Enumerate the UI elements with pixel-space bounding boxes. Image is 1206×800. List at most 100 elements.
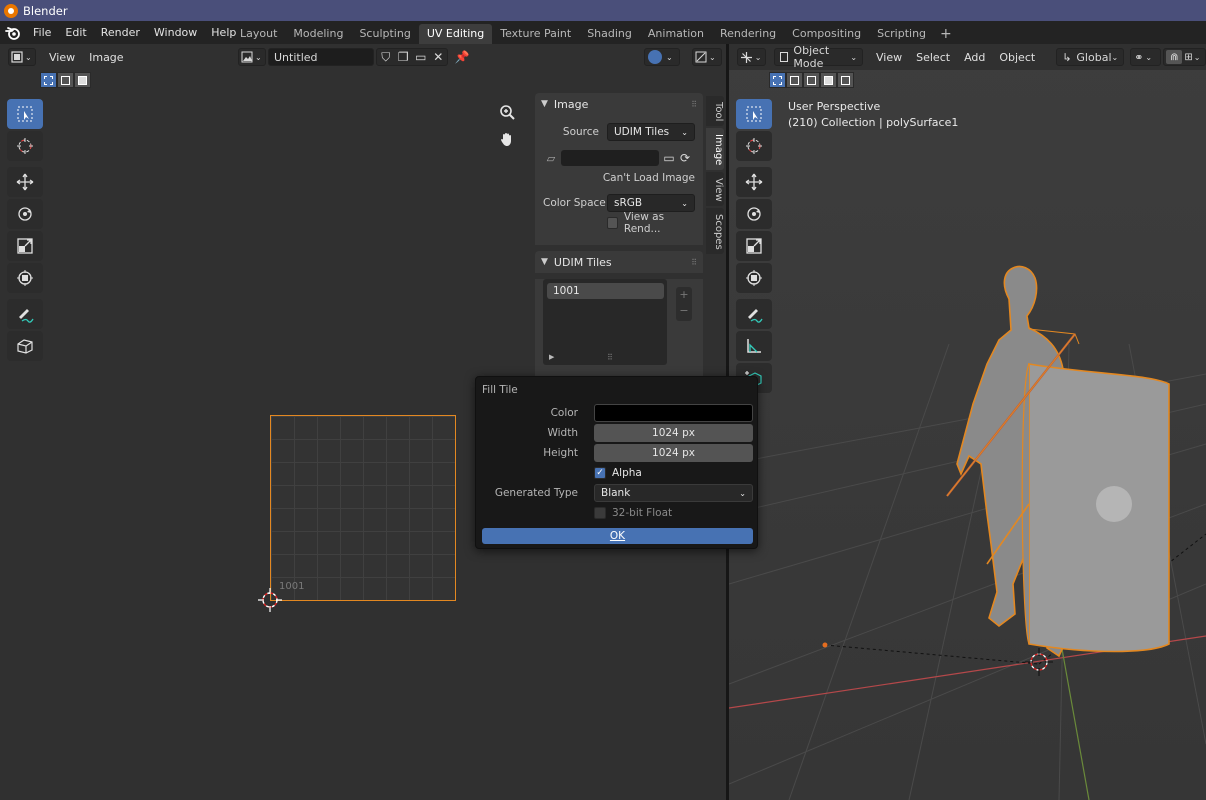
pin-icon[interactable]: 📌 <box>454 49 470 65</box>
rotate-tool[interactable] <box>7 199 43 229</box>
expand-arrow-icon[interactable]: ▶ <box>549 353 554 361</box>
close-icon[interactable]: ✕ <box>430 49 446 65</box>
snap-controls[interactable]: ⋒ ⊞ ⌄ <box>1163 48 1206 66</box>
alpha-toggle[interactable]: ✓ Alpha <box>594 467 642 479</box>
pan-hand-icon[interactable] <box>494 126 520 152</box>
blender-menu-icon[interactable] <box>0 21 26 44</box>
remove-tile-button[interactable]: − <box>676 303 692 319</box>
tab-scopes[interactable]: Scopes <box>706 208 724 254</box>
reload-icon[interactable]: ⟳ <box>677 150 693 166</box>
tab-sculpting[interactable]: Sculpting <box>351 24 418 44</box>
3d-viewport[interactable]: ⌄ Object Mode ⌄ View Select Add Object ↳… <box>729 44 1206 800</box>
generated-type-dropdown[interactable]: Blank ⌄ <box>594 484 753 502</box>
folder-icon[interactable]: ▭ <box>661 150 677 166</box>
resize-handle-icon[interactable]: ⠿ <box>607 353 613 362</box>
grab-tool[interactable] <box>7 331 43 361</box>
menu-object[interactable]: Object <box>992 51 1042 64</box>
image-name-text: Untitled <box>274 50 318 64</box>
select-subtract-button[interactable] <box>803 72 820 88</box>
tab-uv-editing[interactable]: UV Editing <box>418 24 493 44</box>
face-select-button[interactable] <box>74 72 91 88</box>
drag-handle-icon[interactable]: ⠿ <box>691 258 697 267</box>
menu-view[interactable]: View <box>869 51 909 64</box>
open-folder-icon[interactable]: ▭ <box>413 49 429 65</box>
tab-tool[interactable]: Tool <box>706 96 724 126</box>
scale-tool[interactable] <box>736 231 772 261</box>
pivot-dropdown[interactable]: ⚭ ⌄ <box>1130 48 1162 66</box>
transform-tool[interactable] <box>7 263 43 293</box>
menu-file[interactable]: File <box>26 21 58 44</box>
move-tool[interactable] <box>7 167 43 197</box>
tab-compositing[interactable]: Compositing <box>784 24 869 44</box>
cursor-tool[interactable] <box>736 131 772 161</box>
source-dropdown[interactable]: UDIM Tiles ⌄ <box>607 123 695 141</box>
annotate-tool[interactable] <box>7 299 43 329</box>
height-field[interactable]: 1024 px <box>594 444 753 462</box>
alpha-checkbox[interactable]: ✓ <box>594 467 606 479</box>
tab-shading[interactable]: Shading <box>579 24 640 44</box>
select-invert-button[interactable] <box>820 72 837 88</box>
add-workspace-button[interactable]: + <box>934 24 958 44</box>
image-name-field[interactable]: Untitled <box>268 48 374 66</box>
display-channels-dropdown[interactable]: ⌄ <box>692 48 722 66</box>
select-intersect-button[interactable] <box>837 72 854 88</box>
udim-tile-item[interactable]: 1001 <box>547 283 664 299</box>
select-box-tool[interactable] <box>7 99 43 129</box>
cursor-tool[interactable] <box>7 131 43 161</box>
overlay-dropdown[interactable]: ⌄ <box>644 48 680 66</box>
color-space-dropdown[interactable]: sRGB ⌄ <box>607 194 695 212</box>
udim-tile-list[interactable]: 1001 ▶ ⠿ <box>543 279 667 365</box>
float-toggle[interactable]: 32-bit Float <box>594 507 672 519</box>
select-box-tool[interactable] <box>736 99 772 129</box>
select-new-button[interactable] <box>769 72 786 88</box>
fake-user-shield-icon[interactable]: ⛉ <box>378 49 394 65</box>
tab-animation[interactable]: Animation <box>640 24 712 44</box>
float-checkbox[interactable] <box>594 507 606 519</box>
transform-tool[interactable] <box>736 263 772 293</box>
image-panel-header[interactable]: ▼ Image ⠿ <box>535 93 703 115</box>
new-image-icon[interactable]: ❐ <box>395 49 411 65</box>
2d-cursor-icon[interactable] <box>258 588 282 612</box>
menu-window[interactable]: Window <box>147 21 204 44</box>
vertex-select-button[interactable] <box>40 72 57 88</box>
edge-select-button[interactable] <box>57 72 74 88</box>
snap-target-icon[interactable]: ⊞ <box>1184 52 1192 63</box>
menu-edit[interactable]: Edit <box>58 21 93 44</box>
udim-panel-header[interactable]: ▼ UDIM Tiles ⠿ <box>535 251 703 273</box>
menu-select[interactable]: Select <box>909 51 957 64</box>
editor-type-dropdown[interactable]: ⌄ <box>736 48 766 66</box>
tab-layout[interactable]: Layout <box>232 24 285 44</box>
select-extend-button[interactable] <box>786 72 803 88</box>
tab-rendering[interactable]: Rendering <box>712 24 784 44</box>
view-as-render-checkbox[interactable] <box>607 217 618 229</box>
orientation-dropdown[interactable]: ↳ Global ⌄ <box>1056 48 1125 66</box>
magnet-icon[interactable]: ⋒ <box>1166 50 1183 64</box>
add-tile-button[interactable]: + <box>676 287 692 303</box>
tab-scripting[interactable]: Scripting <box>869 24 934 44</box>
browse-image-dropdown[interactable]: ⌄ <box>238 48 266 66</box>
move-tool[interactable] <box>736 167 772 197</box>
ok-button[interactable]: OK <box>482 528 753 544</box>
tab-image[interactable]: Image <box>706 128 724 170</box>
menu-add[interactable]: Add <box>957 51 992 64</box>
scale-tool[interactable] <box>7 231 43 261</box>
tab-texture-paint[interactable]: Texture Paint <box>492 24 579 44</box>
color-swatch[interactable] <box>594 404 753 422</box>
mode-dropdown[interactable]: Object Mode ⌄ <box>773 44 864 70</box>
drag-handle-icon[interactable]: ⠿ <box>691 100 697 109</box>
editor-type-dropdown[interactable]: ⌄ <box>8 48 36 66</box>
annotate-tool[interactable] <box>736 299 772 329</box>
menu-image[interactable]: Image <box>82 51 130 64</box>
measure-tool[interactable] <box>736 331 772 361</box>
file-path-field[interactable] <box>561 150 659 166</box>
width-field[interactable]: 1024 px <box>594 424 753 442</box>
rotate-tool[interactable] <box>736 199 772 229</box>
tab-modeling[interactable]: Modeling <box>285 24 351 44</box>
light-origin[interactable] <box>822 642 828 648</box>
menu-view[interactable]: View <box>42 51 82 64</box>
image-panel-title: Image <box>553 97 589 111</box>
uv-tile-grid[interactable] <box>270 415 456 601</box>
zoom-icon[interactable] <box>494 99 520 125</box>
menu-render[interactable]: Render <box>94 21 147 44</box>
tab-view[interactable]: View <box>706 172 724 206</box>
